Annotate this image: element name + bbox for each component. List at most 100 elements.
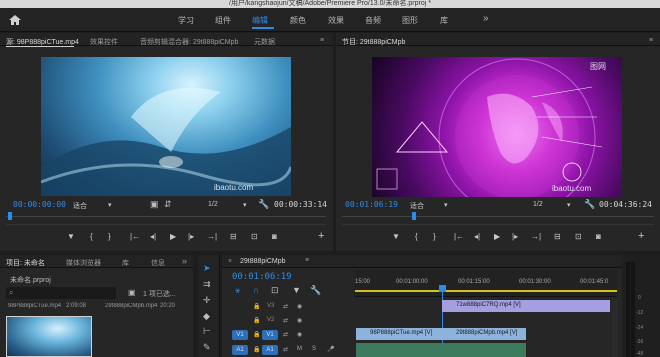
solo-button[interactable]: S: [312, 346, 316, 352]
project-search-input[interactable]: ⌕: [6, 287, 116, 299]
tab-info[interactable]: 信息: [151, 258, 165, 268]
program-playhead[interactable]: [412, 212, 416, 220]
source-settings-icon[interactable]: ▣: [150, 199, 159, 209]
source-insert-icon[interactable]: ⊟: [230, 232, 237, 241]
program-resolution-select[interactable]: 1/2: [533, 201, 543, 208]
timeline-settings-icon[interactable]: 🔧: [310, 285, 321, 295]
source-export-frame-icon[interactable]: ◙: [272, 232, 277, 241]
workspace-audio[interactable]: 音频: [365, 15, 381, 26]
work-area-bar[interactable]: [355, 290, 617, 292]
track-select-tool-icon[interactable]: ⇉: [203, 279, 211, 289]
program-step-forward-icon[interactable]: |▸: [512, 232, 518, 241]
source-fit-select[interactable]: 适合: [73, 201, 87, 211]
workspace-assembly[interactable]: 组件: [215, 15, 231, 26]
program-step-back-icon[interactable]: ◂|: [474, 232, 480, 241]
source-go-to-in-icon[interactable]: |←: [130, 232, 140, 241]
workspace-color[interactable]: 颜色: [290, 15, 306, 26]
audio-clip[interactable]: [356, 343, 442, 357]
source-resolution-chevron-icon[interactable]: ▾: [243, 201, 247, 209]
program-lift-icon[interactable]: ⊟: [554, 232, 561, 241]
new-bin-icon[interactable]: ▣: [128, 288, 136, 297]
program-wrench-icon[interactable]: 🔧: [584, 199, 595, 209]
source-panel-menu-icon[interactable]: ≡: [320, 37, 324, 44]
source-wrench-icon[interactable]: 🔧: [258, 199, 269, 209]
razor-tool-icon[interactable]: ◆: [203, 311, 210, 321]
source-zoom-bar[interactable]: [6, 224, 326, 225]
insert-sequence-icon[interactable]: ⊡: [271, 285, 279, 295]
source-button-editor-icon[interactable]: +: [318, 230, 324, 242]
program-panel-menu-icon[interactable]: ≡: [649, 37, 653, 44]
source-fit-chevron-icon[interactable]: ▾: [108, 201, 112, 209]
timeline-clip[interactable]: 71w888piC7RQ.mp4 [V]: [442, 300, 610, 312]
timeline-scrollbar[interactable]: [612, 300, 618, 357]
source-playhead[interactable]: [8, 212, 12, 220]
lock-icon[interactable]: 🔒: [253, 317, 260, 324]
project-overflow-icon[interactable]: »: [182, 256, 187, 266]
program-add-marker-icon[interactable]: ▼: [392, 232, 400, 241]
eye-icon[interactable]: ◉: [297, 331, 302, 338]
selection-tool-icon[interactable]: ➤: [203, 263, 211, 273]
add-marker-icon[interactable]: ▼: [292, 285, 301, 295]
workspace-learn[interactable]: 学习: [178, 15, 194, 26]
source-go-to-out-icon[interactable]: →|: [207, 232, 217, 241]
mute-button[interactable]: M: [297, 346, 302, 352]
lock-icon[interactable]: 🔒: [253, 303, 260, 310]
home-icon[interactable]: [8, 14, 22, 26]
program-mark-out-icon[interactable]: }: [433, 232, 436, 241]
source-overwrite-icon[interactable]: ⊡: [251, 232, 258, 241]
program-extract-icon[interactable]: ⊡: [575, 232, 582, 241]
source-mark-out-icon[interactable]: }: [108, 232, 111, 241]
source-patch-a1[interactable]: A1: [232, 345, 248, 355]
timeline-clip[interactable]: 29t888piCMpb.mp4 [V]: [442, 328, 526, 340]
program-export-frame-icon[interactable]: ◙: [596, 232, 601, 241]
project-item-thumbnail[interactable]: [6, 316, 92, 357]
program-go-to-in-icon[interactable]: |←: [454, 232, 464, 241]
slip-tool-icon[interactable]: ⊢: [203, 326, 211, 336]
program-time-ruler[interactable]: [342, 216, 654, 217]
workspace-graphics[interactable]: 图形: [402, 15, 418, 26]
track-target-a1[interactable]: A1: [262, 345, 278, 355]
timeline-clip[interactable]: 98P888piCTue.mp4 [V]: [356, 328, 442, 340]
sync-lock-icon[interactable]: ⇄: [283, 346, 288, 353]
program-mark-in-icon[interactable]: {: [415, 232, 418, 241]
sync-lock-icon[interactable]: ⇄: [283, 331, 288, 338]
workspace-editing[interactable]: 编辑: [252, 15, 268, 26]
workspace-libraries[interactable]: 库: [440, 15, 448, 26]
source-play-icon[interactable]: ▶: [170, 232, 176, 241]
linked-selection-icon[interactable]: ∩: [253, 285, 259, 295]
program-fit-chevron-icon[interactable]: ▾: [444, 201, 448, 209]
workspace-effects[interactable]: 效果: [328, 15, 344, 26]
program-go-to-out-icon[interactable]: →|: [531, 232, 541, 241]
program-resolution-chevron-icon[interactable]: ▾: [567, 201, 571, 209]
timeline-timecode[interactable]: 00:01:06:19: [232, 272, 292, 282]
track-target-v1[interactable]: V1: [262, 330, 278, 340]
workspace-overflow-icon[interactable]: »: [483, 13, 489, 24]
timeline-menu-icon[interactable]: ≡: [305, 257, 309, 264]
sync-lock-icon[interactable]: ⇄: [283, 303, 288, 310]
tab-media-browser[interactable]: 媒体浏览器: [66, 258, 101, 268]
source-resolution-select[interactable]: 1/2: [208, 201, 218, 208]
ripple-edit-tool-icon[interactable]: ✛: [203, 295, 211, 305]
program-fit-select[interactable]: 适合: [410, 201, 424, 211]
snap-icon[interactable]: ⚹: [235, 285, 240, 295]
tab-audio-clip-mixer[interactable]: 音频剪辑混合器: 29t888piCMpb: [140, 37, 238, 47]
source-step-forward-icon[interactable]: |▸: [188, 232, 194, 241]
mic-icon[interactable]: 🎤: [327, 346, 334, 353]
program-button-editor-icon[interactable]: +: [638, 230, 644, 242]
timeline-close-icon[interactable]: ×: [228, 258, 232, 265]
program-zoom-bar[interactable]: [342, 224, 654, 225]
source-step-back-icon[interactable]: ◂|: [150, 232, 156, 241]
tab-sequence[interactable]: 29t888piCMpb: [240, 258, 286, 265]
lock-icon[interactable]: 🔒: [253, 346, 260, 353]
timeline-playhead-head[interactable]: [439, 285, 446, 292]
source-add-marker-icon[interactable]: ▼: [67, 232, 75, 241]
source-timecode[interactable]: 00:00:00:00: [13, 200, 66, 209]
source-mark-in-icon[interactable]: {: [90, 232, 93, 241]
tab-metadata[interactable]: 元数据: [254, 37, 275, 47]
eye-icon[interactable]: ◉: [297, 317, 302, 324]
tab-libraries[interactable]: 库: [122, 258, 129, 268]
project-item-name[interactable]: 29t888piCMpb.mp4: [105, 303, 160, 309]
source-drag-icon[interactable]: ⇵: [164, 199, 172, 209]
eye-icon[interactable]: ◉: [297, 303, 302, 310]
sync-lock-icon[interactable]: ⇄: [283, 317, 288, 324]
